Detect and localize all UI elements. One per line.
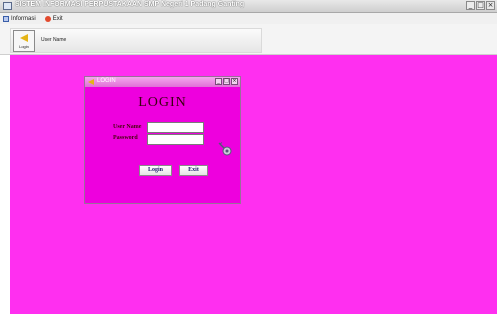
login-dialog-title: LOGIN [97,78,116,84]
password-field[interactable] [147,134,204,145]
arrow-left-icon [88,79,94,85]
login-close-button[interactable]: × [231,78,238,85]
app-window-icon [3,2,12,10]
arrow-left-icon [20,34,28,42]
login-toolbar-label: Login [19,44,29,49]
toolbar: Login User Name [0,24,497,55]
password-label: Password [113,135,138,141]
menu-item-label: Informasi [11,15,36,22]
login-toolbar-button[interactable]: Login [13,30,35,52]
key-icon [218,142,232,156]
login-minimize-button[interactable]: _ [215,78,222,85]
menu-item-label: Exit [52,15,63,22]
login-dialog-titlebar: LOGIN _ □ × [85,77,240,87]
main-titlebar: SISTEM INFORMASI PERPUSTAKAAN SMP Negeri… [0,0,497,13]
menubar: Informasi Exit [0,13,497,24]
info-icon [3,15,9,22]
login-dialog-controls: _ □ × [215,78,238,85]
username-label: User Name [113,124,142,130]
close-button[interactable]: × [486,1,495,10]
main-window-controls: _ □ × [466,1,495,11]
toolbar-user-label: User Name [41,37,67,43]
exit-button[interactable]: Exit [179,165,208,176]
menu-item-informasi[interactable]: Informasi [3,15,36,22]
maximize-button[interactable]: □ [476,1,485,10]
toolbar-strip: Login User Name [10,28,262,53]
login-maximize-button[interactable]: □ [223,78,230,85]
menu-item-exit[interactable]: Exit [44,15,63,22]
login-dialog: LOGIN _ □ × LOGIN User Name Password Log… [84,76,241,204]
username-field[interactable] [147,122,204,133]
login-heading: LOGIN [138,95,187,110]
minimize-button[interactable]: _ [466,1,475,10]
exit-icon [44,15,51,22]
login-button[interactable]: Login [139,165,172,176]
main-window-title: SISTEM INFORMASI PERPUSTAKAAN SMP Negeri… [15,1,245,8]
